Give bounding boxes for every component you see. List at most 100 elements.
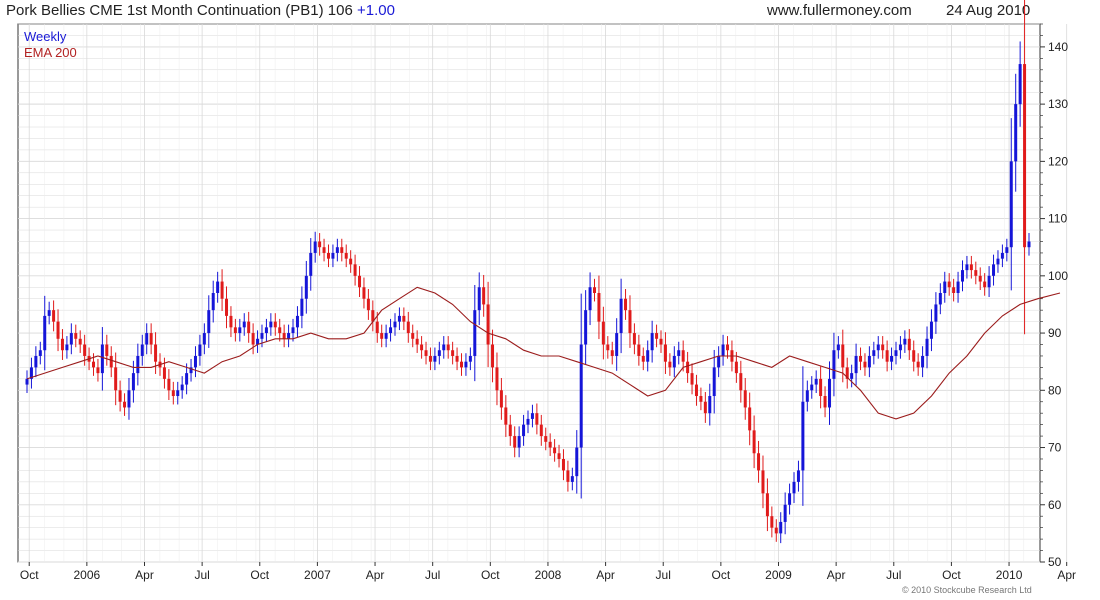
candle-body (380, 333, 384, 339)
candle-body (216, 281, 220, 293)
y-tick-label: 50 (1048, 555, 1062, 569)
candle-body (898, 344, 902, 351)
candle-body (96, 367, 100, 374)
candle-body (1009, 161, 1013, 248)
candle-body (699, 396, 703, 402)
candle-body (65, 344, 69, 351)
candle-body (291, 327, 295, 334)
candle-body (708, 396, 712, 414)
candle-body (978, 275, 982, 282)
candle-body (202, 333, 206, 345)
candle-body (313, 241, 317, 253)
candle-body (1000, 252, 1004, 259)
candle-body (437, 350, 441, 356)
candle-body (349, 258, 353, 265)
candle-body (783, 504, 787, 522)
candle-body (615, 333, 619, 356)
candle-body (637, 344, 641, 356)
candle-body (318, 241, 322, 248)
candle-body (535, 413, 539, 425)
x-tick-label: Apr (135, 568, 154, 582)
candle-body (659, 338, 663, 345)
x-tick-label: Jul (194, 568, 209, 582)
candle-body (663, 344, 667, 362)
candle-body (193, 355, 197, 368)
candle-body (938, 293, 942, 305)
candle-body (264, 327, 268, 334)
candle-body (530, 413, 534, 419)
candle-body (207, 310, 211, 334)
candle-body (739, 373, 743, 391)
candle-body (619, 298, 623, 334)
candle-body (220, 281, 224, 299)
candle-body (579, 344, 583, 448)
candle-body (331, 252, 335, 259)
candle-body (384, 333, 388, 339)
legend-ema: EMA 200 (24, 45, 77, 60)
candle-body (819, 378, 823, 397)
candle-body (180, 384, 184, 391)
candle-body (655, 333, 659, 339)
candle-body (561, 458, 565, 471)
y-tick-label: 110 (1048, 212, 1067, 226)
candle-body (154, 344, 158, 362)
candle-body (433, 355, 437, 362)
candle-body (114, 367, 118, 391)
candle-body (836, 344, 840, 351)
candle-body (796, 470, 800, 482)
candle-body (765, 493, 769, 517)
candle-body (486, 304, 490, 345)
candle-body (881, 344, 885, 351)
candle-body (229, 315, 233, 328)
candle-body (610, 350, 614, 356)
candle-body (74, 333, 78, 339)
x-tick-label: 2009 (765, 568, 792, 582)
candle-body (464, 361, 468, 368)
candle-body (411, 333, 415, 339)
candle-body (322, 247, 326, 253)
candle-body (428, 355, 432, 362)
candle-body (397, 315, 401, 322)
candle-body (801, 401, 805, 471)
candle-body (123, 401, 127, 408)
candle-body (34, 355, 38, 368)
candle-body (326, 252, 330, 259)
y-tick-label: 70 (1048, 441, 1062, 455)
x-tick-label: Apr (596, 568, 615, 582)
candle-body (921, 355, 925, 368)
candle-body (1027, 241, 1031, 248)
candle-body (56, 321, 60, 339)
candle-body (606, 344, 610, 351)
candle-body (477, 287, 481, 311)
candle-body (544, 436, 548, 442)
candle-body (788, 493, 792, 505)
candle-body (601, 321, 605, 345)
y-tick-label: 140 (1048, 40, 1068, 54)
candle-body (987, 275, 991, 288)
candle-body (974, 270, 978, 276)
chart-legend: Weekly EMA 200 (24, 29, 77, 61)
candle-body (185, 373, 189, 385)
candle-body (508, 424, 512, 437)
candle-body (717, 355, 721, 368)
candle-body (867, 355, 871, 368)
candle-body (171, 390, 175, 397)
candle-body (198, 344, 202, 356)
candle-body (415, 338, 419, 345)
candle-body (442, 344, 446, 351)
x-tick-label: Oct (942, 568, 961, 582)
y-tick-label: 120 (1048, 154, 1068, 168)
candle-body (366, 298, 370, 311)
candle-body (779, 521, 783, 534)
candle-body (641, 355, 645, 362)
candle-body (703, 401, 707, 414)
candle-body (553, 447, 557, 454)
candle-body (947, 281, 951, 288)
candle-body (389, 327, 393, 334)
x-tick-label: Jul (425, 568, 440, 582)
candle-body (451, 350, 455, 356)
candle-body (69, 333, 73, 345)
candle-body (375, 321, 379, 334)
candle-body (748, 407, 752, 431)
candle-body (859, 355, 863, 362)
